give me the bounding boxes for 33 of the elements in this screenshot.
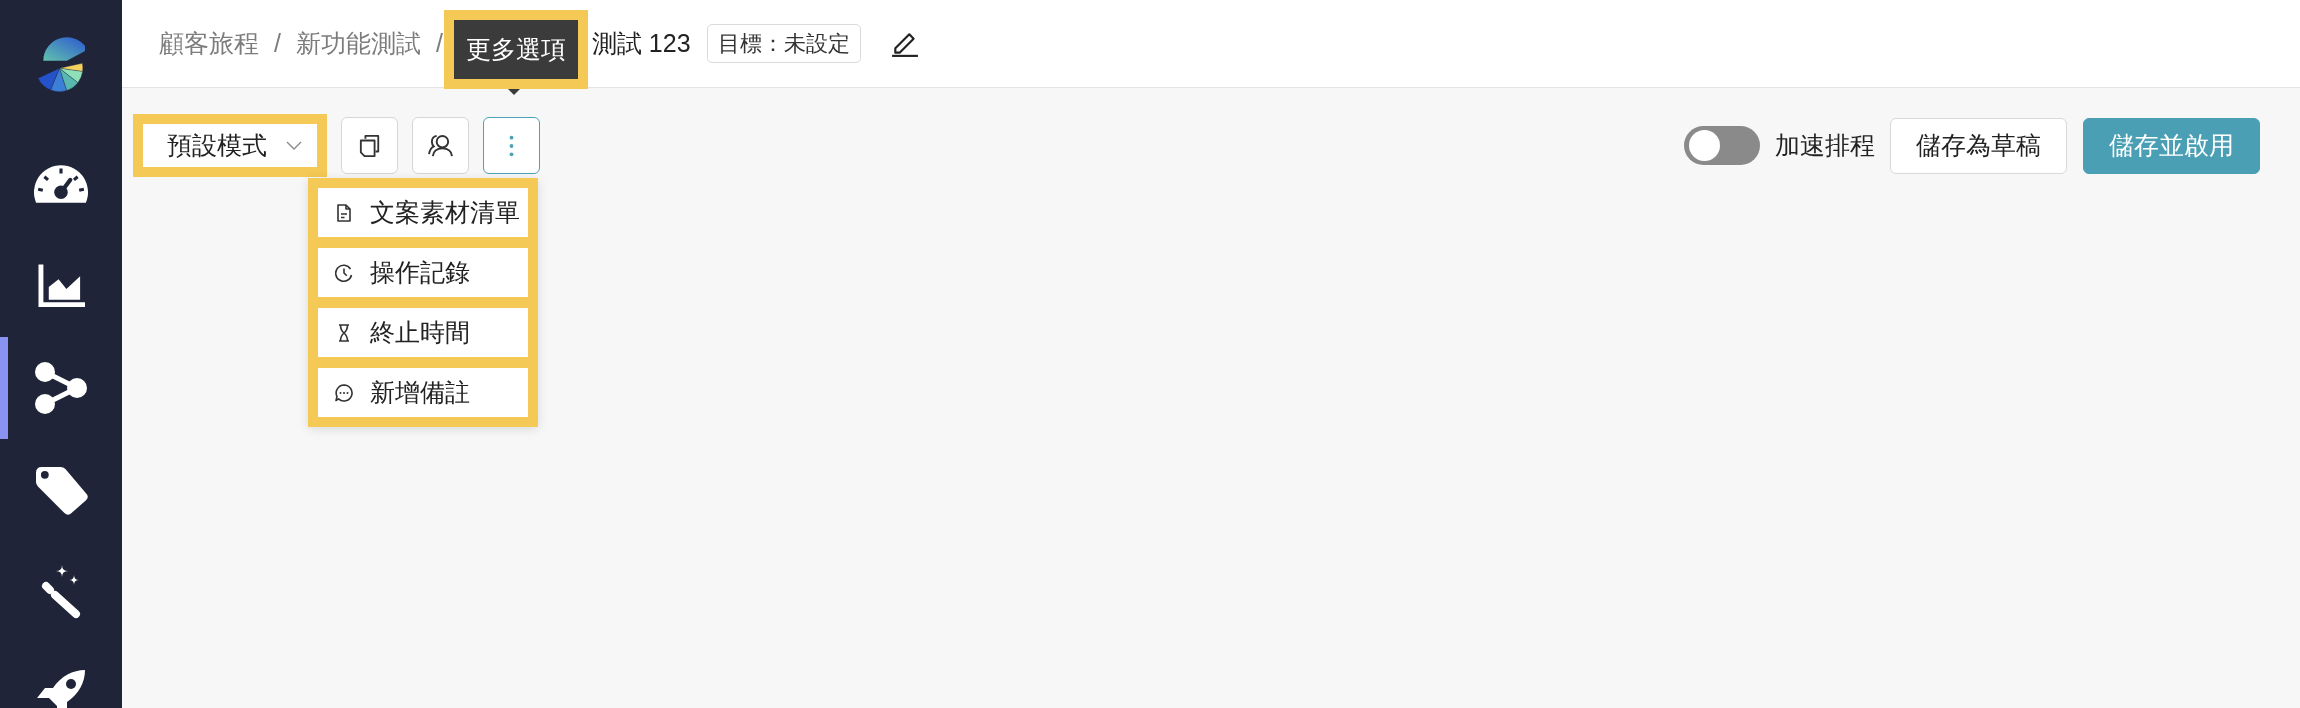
breadcrumb-separator: /	[435, 29, 443, 58]
breadcrumb-current: 測試 123	[591, 28, 691, 59]
copy-button[interactable]	[341, 117, 398, 174]
toggle-switch[interactable]	[1684, 126, 1760, 165]
menu-item[interactable]: 操作記錄	[318, 248, 528, 297]
users-icon	[428, 134, 453, 157]
more-button[interactable]	[483, 117, 540, 174]
app-logo	[37, 36, 85, 93]
clock-icon	[335, 263, 353, 282]
breadcrumb-link[interactable]: 新功能測試	[295, 27, 421, 60]
tooltip-arrow-icon	[508, 89, 520, 95]
gauge-icon	[34, 165, 88, 203]
share-icon	[34, 361, 88, 415]
menu-item[interactable]: 終止時間	[318, 308, 528, 357]
breadcrumb-link[interactable]: 顧客旅程	[159, 27, 259, 60]
area-chart-icon	[37, 264, 85, 308]
document-icon	[335, 203, 353, 222]
vertical-dots-icon	[509, 134, 514, 157]
copy-icon	[358, 133, 381, 158]
tooltip: 更多選項	[444, 10, 588, 89]
chevron-down-icon	[286, 141, 302, 150]
edit-icon[interactable]	[890, 30, 919, 57]
goal-badge: 目標：未設定	[706, 24, 861, 63]
magic-wand-icon	[40, 565, 82, 619]
user-button[interactable]	[412, 117, 469, 174]
breadcrumb-separator: /	[274, 29, 281, 58]
menu-item[interactable]: 新增備註	[318, 368, 528, 417]
save-draft-button[interactable]: 儲存為草稿	[1890, 117, 2067, 174]
mode-dropdown[interactable]: 預設模式	[133, 114, 327, 177]
menu-item[interactable]: 文案素材清單	[318, 188, 528, 237]
chat-bubble-icon	[335, 383, 353, 402]
toggle-label: 加速排程	[1775, 131, 1875, 161]
tag-icon	[33, 464, 89, 516]
